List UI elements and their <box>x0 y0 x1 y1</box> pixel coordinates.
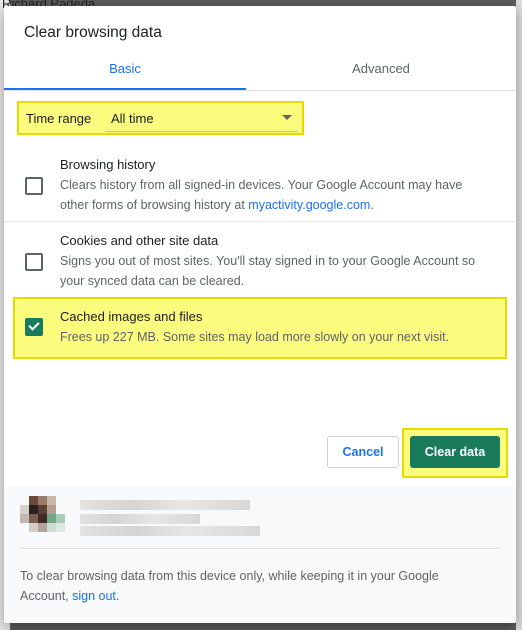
account-name-blurred <box>80 500 250 510</box>
clear-data-button[interactable]: Clear data <box>410 436 500 468</box>
dropdown-arrow-icon <box>282 115 292 120</box>
clear-data-highlight: Clear data <box>402 428 508 478</box>
account-avatar <box>20 496 74 542</box>
cancel-button[interactable]: Cancel <box>327 436 399 468</box>
account-email-blurred <box>80 514 200 524</box>
footer-note-end: . <box>115 589 120 603</box>
cached-images-checkbox[interactable] <box>25 318 43 336</box>
browsing-history-checkbox[interactable] <box>25 177 43 195</box>
browsing-history-desc-end: . <box>370 198 374 212</box>
cached-images-desc: Frees up 227 MB. Some sites may load mor… <box>60 330 450 344</box>
tab-bar: Basic Advanced <box>4 54 516 91</box>
account-sync-blurred <box>80 526 260 536</box>
cookies-desc: Signs you out of most sites. You'll stay… <box>60 254 476 288</box>
myactivity-link[interactable]: myactivity.google.com <box>248 198 370 212</box>
tab-advanced[interactable]: Advanced <box>260 54 502 90</box>
option-divider <box>4 221 516 222</box>
time-range-row: Time range All time <box>17 101 304 135</box>
background-page-right <box>516 0 522 630</box>
time-range-label: Time range <box>26 111 92 126</box>
browsing-history-desc: Clears history from all signed-in device… <box>60 175 490 215</box>
time-range-select[interactable]: All time <box>105 105 298 132</box>
sign-out-link[interactable]: sign out <box>72 589 116 603</box>
tab-basic[interactable]: Basic <box>4 54 246 90</box>
time-range-value: All time <box>111 111 154 126</box>
checkmark-icon <box>28 319 40 331</box>
browsing-history-title: Browsing history <box>60 157 156 172</box>
cookies-title: Cookies and other site data <box>60 233 219 248</box>
cookies-checkbox[interactable] <box>25 253 43 271</box>
clear-browsing-data-dialog: Clear browsing data Basic Advanced Time … <box>4 6 516 623</box>
footer-note: To clear browsing data from this device … <box>20 566 490 606</box>
dialog-title: Clear browsing data <box>24 24 162 41</box>
footer-divider <box>20 548 500 549</box>
dialog-footer: To clear browsing data from this device … <box>4 486 516 623</box>
cached-images-title: Cached images and files <box>60 309 203 324</box>
